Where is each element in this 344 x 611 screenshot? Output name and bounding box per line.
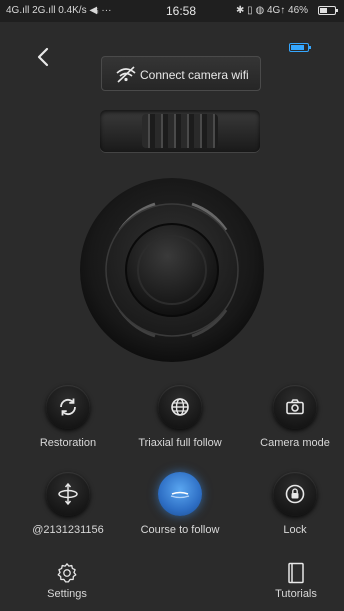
joystick[interactable]: [80, 170, 265, 370]
account-label: @2131231156: [32, 524, 104, 536]
book-icon: [288, 562, 304, 584]
globe-icon: [171, 398, 189, 416]
account-control[interactable]: @2131231156: [13, 472, 123, 536]
roll-slider[interactable]: [100, 110, 260, 152]
roll-slider-thumb[interactable]: [142, 114, 218, 148]
phone-battery-icon: [318, 6, 338, 15]
camera-icon: [286, 399, 304, 415]
wifi-off-icon: [116, 66, 136, 83]
status-bar: 4G.ıll 2G.ıll 0.4K/s ◀ᵢ ··· 16:58 ✱ ▯ ◍ …: [0, 0, 344, 22]
restoration-control[interactable]: Restoration: [13, 385, 123, 449]
refresh-icon: [60, 398, 76, 416]
triaxial-full-follow-label: Triaxial full follow: [138, 437, 222, 449]
gimbal-battery-icon: [289, 43, 311, 52]
triaxial-full-follow-button[interactable]: [158, 385, 202, 429]
triaxial-full-follow-control[interactable]: Triaxial full follow: [125, 385, 235, 449]
clock: 16:58: [166, 4, 197, 18]
back-arrow-icon[interactable]: [33, 44, 55, 70]
system-icons-status: ✱ ▯ ◍ 4G↑ 46%: [236, 5, 309, 16]
account-button[interactable]: [46, 472, 90, 516]
gear-icon: [57, 563, 77, 583]
tutorials-label: Tutorials: [275, 588, 317, 600]
wifi-button-label: Connect camera wifi: [140, 68, 249, 82]
signal-status: 4G.ıll 2G.ıll 0.4K/s ◀ᵢ ···: [6, 5, 112, 16]
course-to-follow-button[interactable]: [158, 472, 202, 516]
lock-control[interactable]: Lock: [240, 472, 344, 536]
settings-item[interactable]: Settings: [27, 562, 107, 600]
lock-button[interactable]: [273, 472, 317, 516]
lock-icon: [285, 484, 305, 504]
camera-mode-button[interactable]: [273, 385, 317, 429]
camera-mode-control[interactable]: Camera mode: [240, 385, 344, 449]
gimbal-axis-icon: [58, 482, 78, 506]
course-follow-icon: [170, 491, 190, 499]
restoration-button[interactable]: [46, 385, 90, 429]
lock-label: Lock: [283, 524, 307, 536]
restoration-label: Restoration: [39, 437, 97, 449]
course-to-follow-control[interactable]: Course to follow: [125, 472, 235, 536]
course-to-follow-label: Course to follow: [140, 524, 220, 536]
camera-mode-label: Camera mode: [260, 437, 330, 449]
connect-camera-wifi-button[interactable]: Connect camera wifi: [101, 56, 261, 91]
tutorials-item[interactable]: Tutorials: [256, 562, 336, 600]
settings-label: Settings: [47, 588, 87, 600]
